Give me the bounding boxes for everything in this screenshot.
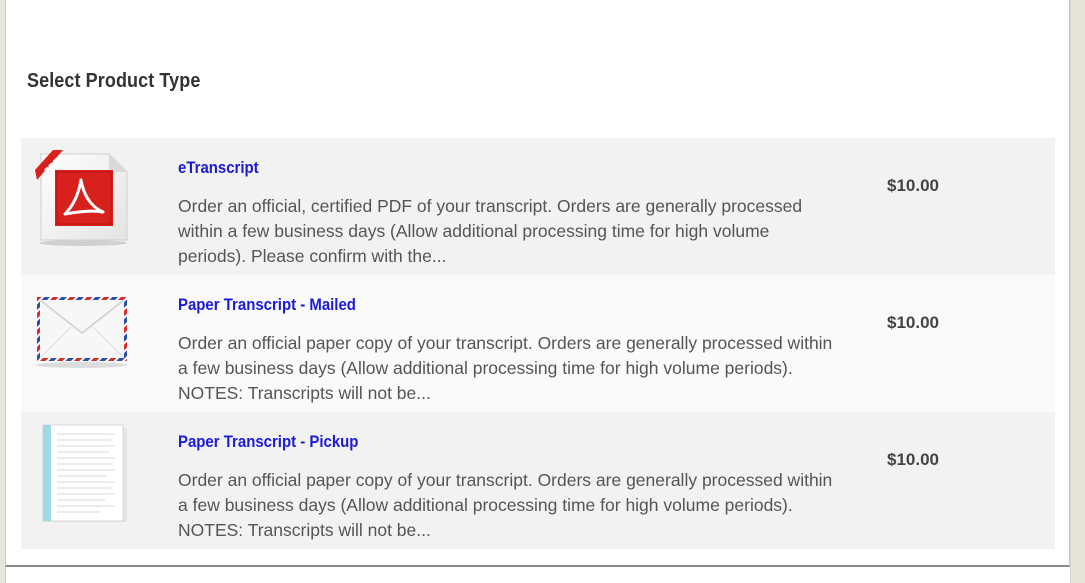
product-price: $10.00: [887, 313, 939, 332]
product-list: PDF eTranscript Order an official, certi…: [21, 138, 1055, 549]
page-title: Select Product Type: [27, 70, 201, 92]
product-description: Order an official, certified PDF of your…: [178, 196, 803, 266]
product-description: Order an official paper copy of your tra…: [178, 470, 833, 540]
product-row-mailed[interactable]: Paper Transcript - Mailed Order an offic…: [21, 275, 1055, 412]
product-title-link[interactable]: Paper Transcript - Mailed: [178, 295, 356, 315]
content-panel: Select Product Type PDF eTranscript Orde…: [5, 0, 1070, 567]
panel-footer-area: [5, 567, 1071, 583]
airmail-envelope-icon: [31, 285, 131, 385]
product-price: $10.00: [887, 450, 939, 469]
paper-document-icon: [31, 422, 131, 524]
product-price: $10.00: [887, 176, 939, 195]
product-title-link[interactable]: Paper Transcript - Pickup: [178, 432, 358, 452]
page-background-edge: [1070, 0, 1085, 583]
product-description: Order an official paper copy of your tra…: [178, 333, 833, 403]
product-row-pickup[interactable]: Paper Transcript - Pickup Order an offic…: [21, 412, 1055, 549]
pdf-document-icon: PDF: [31, 148, 131, 248]
product-title-link[interactable]: eTranscript: [178, 158, 259, 178]
product-row-etranscript[interactable]: PDF eTranscript Order an official, certi…: [21, 138, 1055, 275]
